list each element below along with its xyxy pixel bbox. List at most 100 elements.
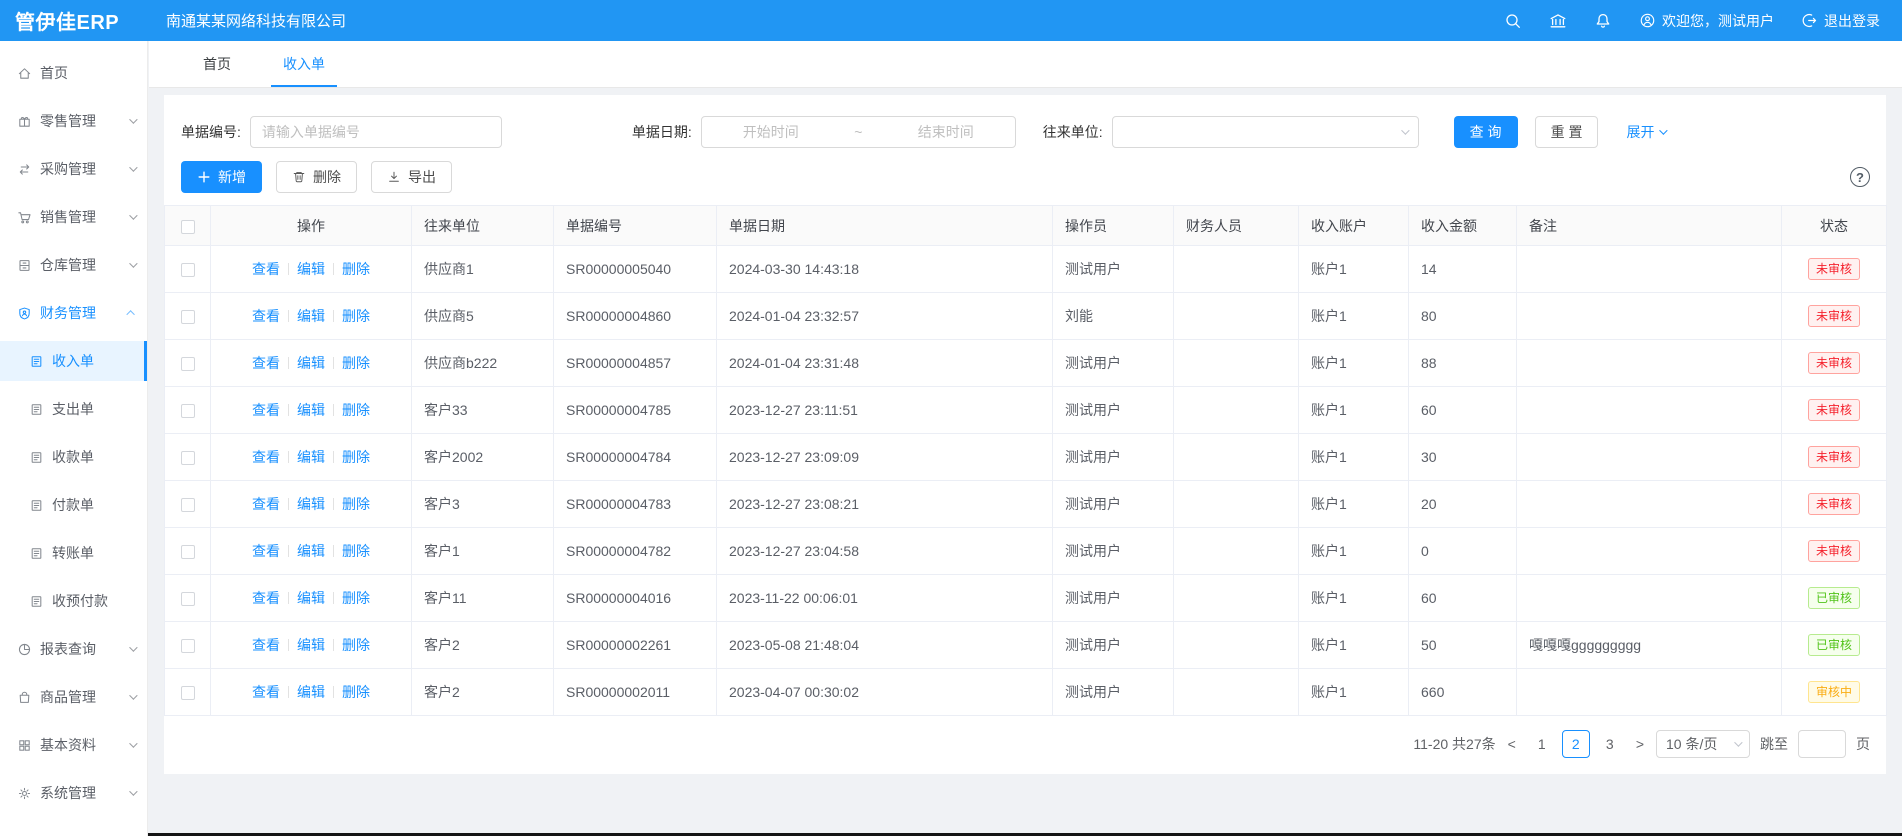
date-end-input[interactable] (891, 124, 1001, 140)
next-page-button[interactable]: > (1634, 736, 1646, 752)
delete-link[interactable]: 删除 (342, 449, 370, 465)
delete-link[interactable]: 删除 (342, 355, 370, 371)
view-link[interactable]: 查看 (252, 355, 280, 371)
edit-link[interactable]: 编辑 (297, 449, 325, 465)
cell-account: 账户1 (1299, 293, 1409, 340)
edit-link[interactable]: 编辑 (297, 590, 325, 606)
edit-link[interactable]: 编辑 (297, 308, 325, 324)
sidebar-item-label: 仓库管理 (40, 255, 96, 275)
bank-icon[interactable] (1549, 12, 1567, 30)
view-link[interactable]: 查看 (252, 590, 280, 606)
view-link[interactable]: 查看 (252, 261, 280, 277)
row-checkbox[interactable] (181, 404, 195, 418)
sidebar-item-system[interactable]: 系统管理 (0, 773, 147, 813)
view-link[interactable]: 查看 (252, 449, 280, 465)
status-badge: 未审核 (1808, 305, 1860, 327)
row-checkbox[interactable] (181, 545, 195, 559)
delete-link[interactable]: 删除 (342, 402, 370, 418)
delete-link[interactable]: 删除 (342, 590, 370, 606)
cell-amount: 0 (1409, 528, 1517, 575)
delete-link[interactable]: 删除 (342, 308, 370, 324)
sidebar-item-retail[interactable]: 零售管理 (0, 101, 147, 141)
view-link[interactable]: 查看 (252, 543, 280, 559)
chevron-down-icon (1660, 126, 1668, 134)
table-row: 查看编辑删除客户1SR000000047822023-12-27 23:04:5… (165, 528, 1887, 575)
chevron-down-icon (1734, 738, 1742, 746)
row-checkbox[interactable] (181, 310, 195, 324)
date-range-picker[interactable]: ~ (701, 116, 1016, 148)
sidebar-item-warehouse[interactable]: 仓库管理 (0, 245, 147, 285)
search-button[interactable]: 查 询 (1454, 116, 1518, 148)
sidebar-item-goods[interactable]: 商品管理 (0, 677, 147, 717)
pagination: 11-20 共27条 < 123 > 10 条/页 跳至 页 (164, 730, 1870, 774)
sidebar-item-income-doc[interactable]: 收入单 (0, 341, 147, 381)
edit-link[interactable]: 编辑 (297, 355, 325, 371)
prev-page-button[interactable]: < (1506, 736, 1518, 752)
expand-link[interactable]: 展开 (1626, 122, 1665, 142)
row-checkbox[interactable] (181, 451, 195, 465)
col-header-partner: 往来单位 (412, 206, 554, 246)
view-link[interactable]: 查看 (252, 684, 280, 700)
delete-link[interactable]: 删除 (342, 261, 370, 277)
edit-link[interactable]: 编辑 (297, 637, 325, 653)
chevron-down-icon (129, 211, 137, 219)
sidebar-item-home[interactable]: 首页 (0, 53, 147, 93)
delete-link[interactable]: 删除 (342, 684, 370, 700)
delete-button[interactable]: 删除 (276, 161, 357, 193)
row-checkbox[interactable] (181, 263, 195, 277)
table-row: 查看编辑删除客户2SR000000022612023-05-08 21:48:0… (165, 622, 1887, 669)
select-all-checkbox[interactable] (181, 220, 195, 234)
sidebar-item-finance[interactable]: 财务管理 (0, 293, 147, 333)
row-checkbox[interactable] (181, 357, 195, 371)
row-checkbox[interactable] (181, 592, 195, 606)
sidebar-item-basic[interactable]: 基本资料 (0, 725, 147, 765)
logout-button[interactable]: 退出登录 (1801, 11, 1880, 31)
edit-link[interactable]: 编辑 (297, 543, 325, 559)
page-button-2[interactable]: 2 (1562, 730, 1590, 758)
help-icon[interactable]: ? (1850, 167, 1870, 187)
sidebar-item-sales[interactable]: 销售管理 (0, 197, 147, 237)
sidebar-item-expense-doc[interactable]: 支出单 (0, 389, 147, 429)
edit-link[interactable]: 编辑 (297, 261, 325, 277)
tab-income-doc[interactable]: 收入单 (271, 41, 337, 87)
delete-link[interactable]: 删除 (342, 543, 370, 559)
doc-no-input[interactable] (250, 116, 502, 148)
page-size-select[interactable]: 10 条/页 (1656, 730, 1750, 758)
reset-button[interactable]: 重 置 (1535, 116, 1599, 148)
partner-select[interactable] (1112, 116, 1419, 148)
date-start-input[interactable] (716, 124, 826, 140)
row-checkbox[interactable] (181, 686, 195, 700)
sidebar-item-transfer-doc[interactable]: 转账单 (0, 533, 147, 573)
chevron-down-icon (129, 691, 137, 699)
export-button[interactable]: 导出 (371, 161, 452, 193)
bell-icon[interactable] (1594, 12, 1612, 30)
jump-page-input[interactable] (1798, 730, 1846, 758)
edit-link[interactable]: 编辑 (297, 496, 325, 512)
delete-link[interactable]: 删除 (342, 637, 370, 653)
row-checkbox[interactable] (181, 639, 195, 653)
sidebar-item-receipt-doc[interactable]: 收款单 (0, 437, 147, 477)
view-link[interactable]: 查看 (252, 308, 280, 324)
cell-amount: 20 (1409, 481, 1517, 528)
add-button[interactable]: 新增 (181, 161, 262, 193)
table-row: 查看编辑删除客户2SR000000020112023-04-07 00:30:0… (165, 669, 1887, 716)
edit-link[interactable]: 编辑 (297, 684, 325, 700)
welcome-user[interactable]: 欢迎您，测试用户 (1639, 11, 1774, 31)
page-button-3[interactable]: 3 (1596, 730, 1624, 758)
view-link[interactable]: 查看 (252, 637, 280, 653)
edit-link[interactable]: 编辑 (297, 402, 325, 418)
delete-link[interactable]: 删除 (342, 496, 370, 512)
view-link[interactable]: 查看 (252, 402, 280, 418)
sidebar-item-purchase[interactable]: 采购管理 (0, 149, 147, 189)
sidebar-item-advance-doc[interactable]: 收预付款 (0, 581, 147, 621)
view-link[interactable]: 查看 (252, 496, 280, 512)
cell-doc-date: 2023-12-27 23:08:21 (717, 481, 1053, 528)
sidebar-item-payment-doc[interactable]: 付款单 (0, 485, 147, 525)
company-name: 南通某某网络科技有限公司 (166, 10, 346, 31)
search-icon[interactable] (1504, 12, 1522, 30)
doc-icon (29, 498, 44, 513)
tab-home[interactable]: 首页 (191, 41, 243, 87)
row-checkbox[interactable] (181, 498, 195, 512)
page-button-1[interactable]: 1 (1528, 730, 1556, 758)
sidebar-item-report[interactable]: 报表查询 (0, 629, 147, 669)
